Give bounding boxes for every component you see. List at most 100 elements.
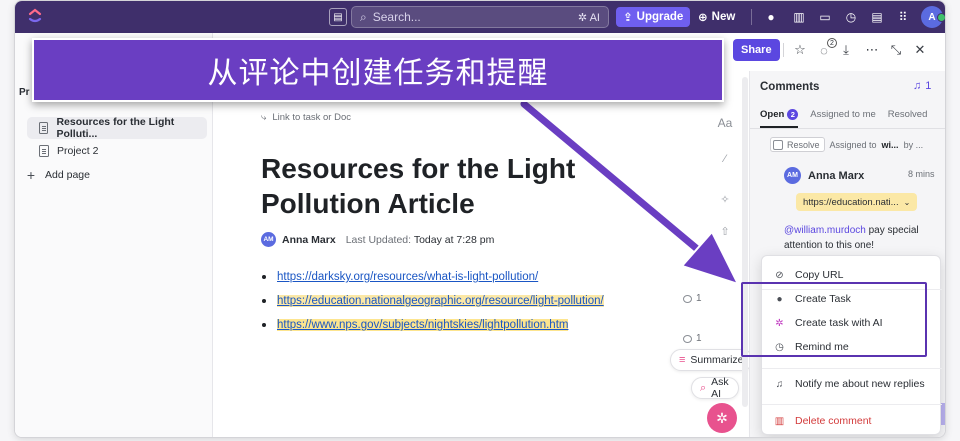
link-to-task-button[interactable]: ⤷ Link to task or Doc (261, 112, 351, 123)
menu-item-notify-replies[interactable]: ♫ Notify me about new replies (774, 375, 925, 393)
close-icon[interactable]: ✕ (911, 41, 929, 59)
comment-count-value: 1 (696, 333, 702, 344)
download-icon[interactable]: ⤓ (837, 41, 855, 59)
wand-icon[interactable]: ⁄ (717, 151, 733, 167)
search-bar[interactable]: ⌕ Search... ✲ AI (351, 6, 609, 28)
sidebar-header-cut: Pr (19, 87, 30, 98)
resolve-button[interactable]: Resolve (770, 137, 825, 152)
share-upload-icon[interactable]: ⇧ (717, 223, 733, 239)
assigned-user[interactable]: wi... (882, 140, 899, 150)
upgrade-button[interactable]: ⇪ Upgrade (616, 7, 691, 27)
comment-tabs: Open 2 Assigned to me Resolved (760, 109, 927, 128)
bell-icon: ♫ (775, 378, 784, 390)
link-text[interactable]: https://www.nps.gov/subjects/nightskies/… (277, 319, 569, 331)
list-item-link[interactable]: https://darksky.org/resources/what-is-li… (262, 269, 637, 285)
share-button[interactable]: Share (733, 39, 780, 61)
video-icon[interactable]: ▭ (817, 9, 833, 25)
page-title[interactable]: Resources for the Light Pollution Articl… (261, 151, 621, 221)
url-chip-label: https://education.nati... (803, 196, 899, 208)
sidebar-item-label: Resources for the Light Polluti... (56, 116, 175, 140)
apps-grid-icon[interactable]: ⠿ (895, 9, 911, 25)
last-updated-label: Last Updated: (345, 233, 412, 246)
sidebar-item-resources[interactable]: Resources for the Light Polluti... (27, 116, 207, 140)
avatar: AM (261, 232, 276, 247)
bell-icon: ♫ (913, 80, 922, 92)
comment-count-value: 1 (696, 293, 702, 304)
more-icon[interactable]: ⋯ (863, 41, 881, 59)
chevron-down-icon: ⌄ (903, 197, 911, 207)
divider (751, 9, 752, 25)
clickup-logo-icon[interactable] (28, 8, 42, 24)
link-text[interactable]: https://education.nationalgeographic.org… (277, 295, 604, 307)
trash-icon: ▥ (774, 415, 785, 427)
top-bar: ▤ ⌕ Search... ✲ AI ⇪ Upgrade ⊕ New ● ▥ ▭… (15, 1, 945, 33)
resolve-row: Resolve Assigned to wi... by ... (770, 137, 923, 152)
menu-item-label: Notify me about new replies (795, 378, 925, 390)
comment-count[interactable]: 1 (683, 333, 702, 344)
mention[interactable]: @william.murdoch (784, 225, 866, 236)
checkbox[interactable] (773, 139, 783, 150)
summarize-label: Summarize (690, 354, 744, 366)
ai-label: AI (589, 11, 600, 24)
menu-item-delete-comment[interactable]: ▥ Delete comment (774, 412, 872, 430)
doc-icon (39, 122, 49, 134)
last-updated: Last Updated: Today at 7:28 pm (346, 234, 495, 246)
link-text[interactable]: https://darksky.org/resources/what-is-li… (277, 271, 538, 283)
check-circle-icon[interactable]: ● (763, 9, 779, 25)
ask-ai-label: Ask AI (711, 376, 729, 400)
annotation-banner: 从评论中创建任务和提醒 (32, 38, 724, 102)
tab-label: Open (760, 109, 785, 120)
comment-count[interactable]: 1 (683, 293, 702, 304)
link-list: https://darksky.org/resources/what-is-li… (262, 269, 637, 341)
link-icon: ⤷ (261, 112, 267, 123)
add-page-button[interactable]: + Add page (25, 164, 90, 186)
annotation-highlight-box (741, 282, 927, 357)
search-input[interactable]: Search... (373, 10, 421, 24)
star-icon[interactable]: ☆ (791, 41, 809, 59)
tab-open[interactable]: Open 2 (760, 109, 799, 128)
scrollbar[interactable] (742, 77, 748, 407)
notification-bell[interactable]: ♫ 1 (913, 80, 931, 92)
plus-circle-icon: ⊕ (698, 12, 708, 24)
sidebar-item-project-2[interactable]: Project 2 (39, 140, 98, 162)
new-button[interactable]: ⊕ New (698, 7, 735, 27)
tab-assigned-to-me[interactable]: Assigned to me (810, 109, 875, 128)
summarize-icon: ≡ (679, 354, 686, 366)
upgrade-label: Upgrade (636, 11, 684, 23)
notif-badge: 2 (827, 38, 837, 48)
divider (762, 368, 942, 369)
resolve-label: Resolve (787, 139, 820, 150)
calendar-icon[interactable]: ▤ (329, 8, 347, 26)
ai-assistant-icon[interactable]: ✲ (707, 403, 737, 433)
ai-button[interactable]: ✲ AI (578, 11, 600, 24)
comments-title: Comments (760, 81, 820, 93)
sidebar-item-label: Add page (45, 169, 90, 181)
tab-badge: 2 (787, 109, 799, 120)
sparkle-wand-icon[interactable]: ✧ (717, 191, 733, 207)
comment-body: @william.murdoch pay special attention t… (784, 223, 934, 253)
list-item-link[interactable]: https://www.nps.gov/subjects/nightskies/… (262, 317, 637, 333)
new-label: New (711, 11, 736, 23)
list-item-link[interactable]: https://education.nationalgeographic.org… (262, 293, 637, 309)
docs-icon[interactable]: ▤ (869, 9, 885, 25)
comment-author: AM Anna Marx (784, 167, 864, 184)
alarm-icon[interactable]: ◷ (843, 9, 859, 25)
online-status-dot (937, 13, 945, 22)
last-updated-value: Today at 7:28 pm (413, 233, 495, 246)
tab-resolved[interactable]: Resolved (888, 109, 928, 128)
assigned-by: by ... (903, 139, 924, 150)
collapse-icon[interactable]: ⤡ (887, 41, 905, 59)
doc-icon (39, 145, 49, 157)
comment-icon (683, 294, 692, 303)
link-to-task-label: Link to task or Doc (272, 112, 351, 123)
avatar: AM (784, 167, 801, 184)
url-chip[interactable]: https://education.nati... ⌄ (796, 193, 918, 211)
sidebar-item-label: Project 2 (57, 145, 99, 157)
notepad-icon[interactable]: ▥ (791, 9, 807, 25)
author-name: Anna Marx (282, 233, 336, 246)
ask-ai-button[interactable]: ⌕ Ask AI (691, 376, 739, 400)
format-text-icon[interactable]: Aa (717, 115, 733, 131)
divider (750, 128, 945, 129)
divider (762, 404, 942, 405)
menu-item-label: Delete comment (795, 415, 872, 427)
